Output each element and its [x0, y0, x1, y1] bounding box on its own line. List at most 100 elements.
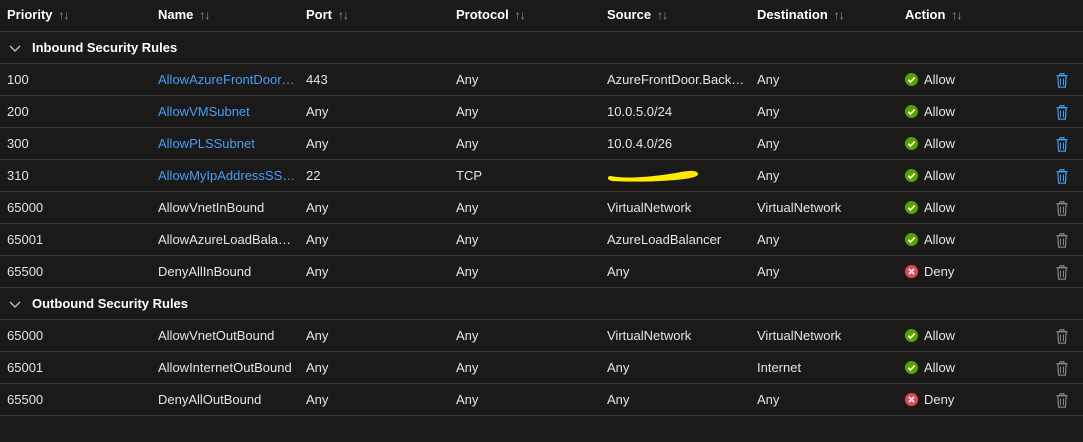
- checkmark-circle-icon: [905, 169, 918, 182]
- sort-up-down-icon[interactable]: ↑↓: [515, 8, 526, 22]
- trash-icon[interactable]: [1056, 72, 1068, 88]
- protocol-cell: Any: [456, 200, 479, 215]
- inbound-rules: 100 AllowAzureFrontDoor… 443 Any AzureFr…: [0, 64, 1083, 288]
- name-cell[interactable]: AllowPLSSubnet: [158, 128, 298, 159]
- port-cell: Any: [306, 136, 329, 151]
- group-header-inbound[interactable]: Inbound Security Rules: [0, 32, 1083, 64]
- name-cell: AllowVnetInBound: [158, 200, 265, 215]
- dismiss-circle-icon: [905, 265, 918, 278]
- table-row[interactable]: 65000 AllowVnetOutBound Any Any VirtualN…: [0, 320, 1083, 352]
- priority-cell: 65000: [7, 200, 44, 215]
- table-row[interactable]: 300 AllowPLSSubnet Any Any 10.0.4.0/26 A…: [0, 128, 1083, 160]
- sort-up-down-icon[interactable]: ↑↓: [834, 8, 845, 22]
- port-cell: 22: [306, 168, 321, 183]
- name-cell: AllowAzureLoadBalanc…: [158, 232, 298, 247]
- chevron-down-icon[interactable]: [9, 32, 25, 63]
- sort-up-down-icon[interactable]: ↑↓: [338, 8, 349, 22]
- delete-cell: [1052, 256, 1072, 287]
- group-label: Outbound Security Rules: [32, 296, 189, 311]
- sort-up-down-icon[interactable]: ↑↓: [657, 8, 668, 22]
- destination-cell: Any: [757, 168, 780, 183]
- column-header-label: Priority: [7, 7, 53, 22]
- group-header-outbound[interactable]: Outbound Security Rules: [0, 288, 1083, 320]
- name-cell[interactable]: AllowAzureFrontDoor…: [158, 64, 298, 95]
- name-cell[interactable]: AllowMyIpAddressSSH…: [158, 160, 298, 191]
- trash-icon: [1056, 232, 1068, 248]
- sort-up-down-icon[interactable]: ↑↓: [199, 8, 210, 22]
- column-header-label: Protocol: [456, 7, 509, 22]
- table-row[interactable]: 65000 AllowVnetInBound Any Any VirtualNe…: [0, 192, 1083, 224]
- action-label: Allow: [924, 200, 956, 215]
- outbound-rules: 65000 AllowVnetOutBound Any Any VirtualN…: [0, 320, 1083, 416]
- chevron-down-icon[interactable]: [9, 288, 25, 319]
- table-row[interactable]: 65500 DenyAllInBound Any Any Any Any Den…: [0, 256, 1083, 288]
- table-row[interactable]: 100 AllowAzureFrontDoor… 443 Any AzureFr…: [0, 64, 1083, 96]
- action-label: Allow: [924, 136, 956, 151]
- column-header-protocol[interactable]: Protocol ↑↓: [456, 0, 596, 31]
- column-header-label: Action: [905, 7, 946, 22]
- action-label: Deny: [924, 264, 955, 279]
- action-label: Allow: [924, 328, 956, 343]
- column-header-label: Name: [158, 7, 194, 22]
- destination-cell: Any: [757, 104, 780, 119]
- column-header-port[interactable]: Port ↑↓: [306, 0, 446, 31]
- protocol-cell: Any: [456, 232, 479, 247]
- checkmark-circle-icon: [905, 137, 918, 150]
- action-label: Allow: [924, 232, 956, 247]
- table-row[interactable]: 200 AllowVMSubnet Any Any 10.0.5.0/24 An…: [0, 96, 1083, 128]
- table-row[interactable]: 310 AllowMyIpAddressSSH… 22 TCP Any Allo…: [0, 160, 1083, 192]
- priority-cell: 65001: [7, 360, 44, 375]
- name-cell: DenyAllOutBound: [158, 392, 262, 407]
- action-cell: Allow: [905, 320, 1045, 351]
- priority-cell: 65500: [7, 392, 44, 407]
- protocol-cell: Any: [456, 360, 479, 375]
- column-header-name[interactable]: Name ↑↓: [158, 0, 298, 31]
- delete-cell: [1052, 320, 1072, 351]
- table-row[interactable]: 65001 AllowAzureLoadBalanc… Any Any Azur…: [0, 224, 1083, 256]
- sort-up-down-icon[interactable]: ↑↓: [59, 8, 70, 22]
- column-header-action[interactable]: Action ↑↓: [905, 0, 1045, 31]
- protocol-cell: Any: [456, 264, 479, 279]
- column-header-destination[interactable]: Destination ↑↓: [757, 0, 897, 31]
- checkmark-circle-icon: [905, 329, 918, 342]
- priority-cell: 65001: [7, 232, 44, 247]
- delete-cell: [1052, 128, 1072, 159]
- name-cell[interactable]: AllowVMSubnet: [158, 96, 298, 127]
- action-label: Allow: [924, 104, 956, 119]
- security-rules-grid: Priority ↑↓ Name ↑↓ Port ↑↓ Protocol ↑↓ Sour…: [0, 0, 1083, 416]
- trash-icon[interactable]: [1056, 136, 1068, 152]
- dismiss-circle-icon: [905, 393, 918, 406]
- port-cell: Any: [306, 328, 329, 343]
- table-row[interactable]: 65500 DenyAllOutBound Any Any Any Any De…: [0, 384, 1083, 416]
- table-row[interactable]: 65001 AllowInternetOutBound Any Any Any …: [0, 352, 1083, 384]
- action-label: Allow: [924, 72, 956, 87]
- protocol-cell: Any: [456, 136, 479, 151]
- column-header-label: Port: [306, 7, 332, 22]
- column-header-source[interactable]: Source ↑↓: [607, 0, 747, 31]
- column-header-label: Destination: [757, 7, 828, 22]
- column-header-priority[interactable]: Priority ↑↓: [7, 0, 147, 31]
- port-cell: Any: [306, 104, 329, 119]
- action-cell: Allow: [905, 96, 1045, 127]
- destination-cell: VirtualNetwork: [757, 200, 842, 215]
- trash-icon[interactable]: [1056, 104, 1068, 120]
- action-cell: Allow: [905, 352, 1045, 383]
- source-cell: 10.0.5.0/24: [607, 104, 673, 119]
- delete-cell: [1052, 352, 1072, 383]
- source-cell: VirtualNetwork: [607, 200, 692, 215]
- priority-cell: 100: [7, 72, 29, 87]
- action-cell: Allow: [905, 128, 1045, 159]
- source-cell: AzureLoadBalancer: [607, 232, 722, 247]
- port-cell: Any: [306, 360, 329, 375]
- trash-icon: [1056, 200, 1068, 216]
- priority-cell: 300: [7, 136, 29, 151]
- destination-cell: Any: [757, 72, 780, 87]
- redaction-mark: [606, 169, 700, 183]
- protocol-cell: Any: [456, 104, 479, 119]
- trash-icon[interactable]: [1056, 168, 1068, 184]
- port-cell: Any: [306, 264, 329, 279]
- action-cell: Allow: [905, 224, 1045, 255]
- source-cell: VirtualNetwork: [607, 328, 692, 343]
- sort-up-down-icon[interactable]: ↑↓: [951, 8, 962, 22]
- delete-cell: [1052, 224, 1072, 255]
